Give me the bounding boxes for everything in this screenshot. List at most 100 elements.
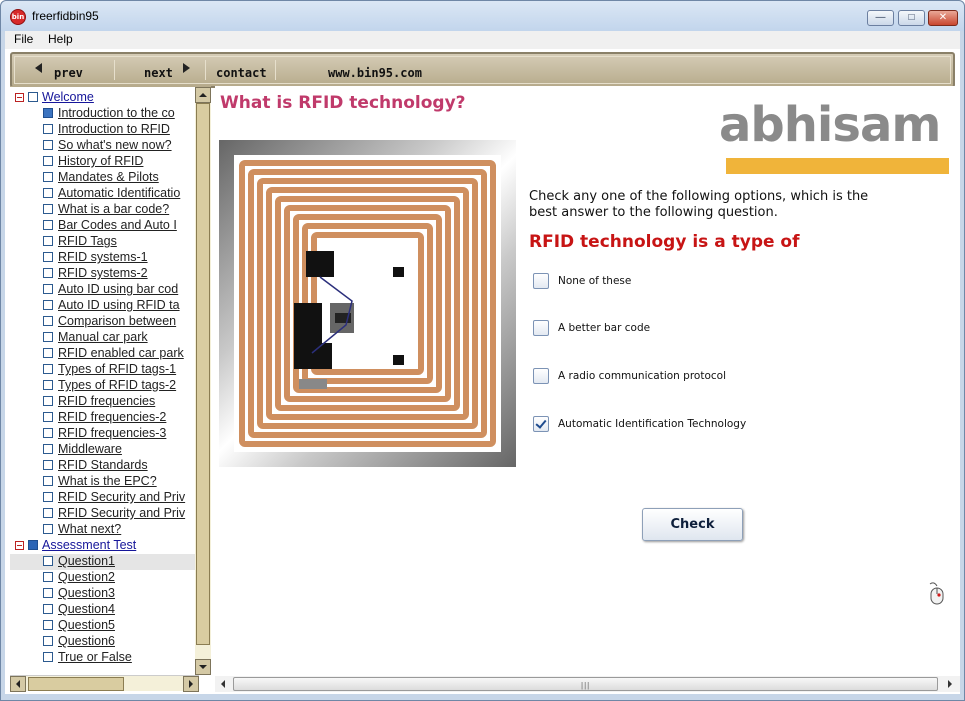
tree-item[interactable]: Question4 — [10, 602, 195, 618]
tree-item-label[interactable]: Introduction to the co — [58, 106, 175, 120]
prev-button[interactable]: prev — [54, 66, 83, 80]
maximize-button[interactable]: □ — [898, 10, 925, 26]
collapse-icon[interactable] — [15, 541, 24, 550]
tree-item[interactable]: What next? — [10, 522, 195, 538]
tree-item[interactable]: What is a bar code? — [10, 202, 195, 218]
tree-item-label[interactable]: What is the EPC? — [58, 474, 157, 488]
menu-help[interactable]: Help — [48, 32, 73, 46]
tree-item[interactable]: Question2 — [10, 570, 195, 586]
tree-section[interactable]: Welcome — [10, 90, 195, 106]
tree-item-label[interactable]: Assessment Test — [42, 538, 136, 552]
tree-item[interactable]: Middleware — [10, 442, 195, 458]
scroll-down-icon[interactable] — [195, 659, 211, 675]
tree-item-label[interactable]: Question4 — [58, 602, 115, 616]
scroll-thumb[interactable]: ||| — [233, 677, 938, 691]
tree-item-label[interactable]: RFID enabled car park — [58, 346, 184, 360]
next-arrow-icon[interactable] — [183, 63, 190, 73]
tree-item-label[interactable]: RFID frequencies-3 — [58, 426, 166, 440]
tree-item[interactable]: Auto ID using RFID ta — [10, 298, 195, 314]
tree-item[interactable]: Auto ID using bar cod — [10, 282, 195, 298]
tree-item-label[interactable]: RFID frequencies-2 — [58, 410, 166, 424]
tree-item[interactable]: Question3 — [10, 586, 195, 602]
tree-item-label[interactable]: Question1 — [58, 554, 115, 568]
tree-item[interactable]: RFID frequencies-3 — [10, 426, 195, 442]
tree-item[interactable]: Introduction to RFID — [10, 122, 195, 138]
option-row[interactable]: A better bar code — [533, 320, 833, 338]
minimize-button[interactable]: — — [867, 10, 894, 26]
tree-item-label[interactable]: Middleware — [58, 442, 122, 456]
tree-item[interactable]: So what's new now? — [10, 138, 195, 154]
website-link[interactable]: www.bin95.com — [328, 66, 422, 80]
tree-item[interactable]: Mandates & Pilots — [10, 170, 195, 186]
tree-item[interactable]: RFID systems-2 — [10, 266, 195, 282]
tree-item[interactable]: Question1 — [10, 554, 195, 570]
tree-vertical-scrollbar[interactable] — [195, 87, 211, 675]
tree-item-label[interactable]: Question2 — [58, 570, 115, 584]
tree-item-label[interactable]: RFID Tags — [58, 234, 117, 248]
tree-item-label[interactable]: So what's new now? — [58, 138, 172, 152]
prev-arrow-icon[interactable] — [35, 63, 42, 73]
tree-item[interactable]: Introduction to the co — [10, 106, 195, 122]
tree-item[interactable]: RFID Security and Priv — [10, 506, 195, 522]
tree-item-label[interactable]: Types of RFID tags-2 — [58, 378, 176, 392]
title-bar[interactable]: bin freerfidbin95 — □ ✕ — [1, 1, 964, 31]
tree-item-label[interactable]: RFID frequencies — [58, 394, 155, 408]
tree-item[interactable]: Types of RFID tags-2 — [10, 378, 195, 394]
tree-item-label[interactable]: Introduction to RFID — [58, 122, 170, 136]
tree-item[interactable]: What is the EPC? — [10, 474, 195, 490]
tree-item-label[interactable]: RFID systems-1 — [58, 250, 148, 264]
scroll-left-icon[interactable] — [215, 676, 231, 692]
tree-item[interactable]: RFID Security and Priv — [10, 490, 195, 506]
tree-item-label[interactable]: RFID Security and Priv — [58, 490, 185, 504]
scroll-right-icon[interactable] — [183, 676, 199, 692]
tree-section[interactable]: Assessment Test — [10, 538, 195, 554]
tree-item[interactable]: Bar Codes and Auto I — [10, 218, 195, 234]
option-checkbox[interactable] — [533, 320, 549, 336]
scroll-thumb[interactable] — [196, 103, 210, 645]
option-checkbox[interactable] — [533, 368, 549, 384]
collapse-icon[interactable] — [15, 93, 24, 102]
close-button[interactable]: ✕ — [928, 10, 958, 26]
tree-item-label[interactable]: Automatic Identificatio — [58, 186, 180, 200]
tree-item[interactable]: Comparison between — [10, 314, 195, 330]
tree-item[interactable]: RFID enabled car park — [10, 346, 195, 362]
scroll-thumb[interactable] — [28, 677, 124, 691]
tree-item-label[interactable]: RFID Standards — [58, 458, 148, 472]
tree-item[interactable]: Manual car park — [10, 330, 195, 346]
tree-item[interactable]: Types of RFID tags-1 — [10, 362, 195, 378]
option-row[interactable]: A radio communication protocol — [533, 368, 833, 386]
next-button[interactable]: next — [144, 66, 173, 80]
tree-item-label[interactable]: What is a bar code? — [58, 202, 169, 216]
tree-item[interactable]: Question6 — [10, 634, 195, 650]
contact-button[interactable]: contact — [216, 66, 267, 80]
tree-item[interactable]: True or False — [10, 650, 195, 666]
tree-item-label[interactable]: History of RFID — [58, 154, 143, 168]
content-horizontal-scrollbar[interactable]: ||| — [215, 676, 960, 692]
tree-item-label[interactable]: RFID systems-2 — [58, 266, 148, 280]
tree-item-label[interactable]: RFID Security and Priv — [58, 506, 185, 520]
tree-item-label[interactable]: Auto ID using RFID ta — [58, 298, 180, 312]
tree-item[interactable]: RFID Standards — [10, 458, 195, 474]
tree-item-label[interactable]: What next? — [58, 522, 121, 536]
tree-item-label[interactable]: Manual car park — [58, 330, 148, 344]
tree-item-label[interactable]: Auto ID using bar cod — [58, 282, 178, 296]
tree-item[interactable]: History of RFID — [10, 154, 195, 170]
tree-item-label[interactable]: Bar Codes and Auto I — [58, 218, 177, 232]
menu-file[interactable]: File — [14, 32, 33, 46]
tree-horizontal-scrollbar[interactable] — [10, 675, 199, 692]
scroll-up-icon[interactable] — [195, 87, 211, 103]
tree-item[interactable]: Question5 — [10, 618, 195, 634]
check-answer-button[interactable]: Check — [642, 508, 743, 541]
scroll-right-icon[interactable] — [942, 676, 958, 692]
option-checkbox[interactable] — [533, 273, 549, 289]
tree-item[interactable]: RFID Tags — [10, 234, 195, 250]
tree-item[interactable]: RFID systems-1 — [10, 250, 195, 266]
scroll-left-icon[interactable] — [10, 676, 26, 692]
option-row[interactable]: None of these — [533, 273, 833, 291]
tree-item-label[interactable]: Question6 — [58, 634, 115, 648]
tree-item-label[interactable]: Question3 — [58, 586, 115, 600]
tree-item-label[interactable]: Mandates & Pilots — [58, 170, 159, 184]
option-checkbox[interactable] — [533, 416, 549, 432]
tree-item-label[interactable]: Question5 — [58, 618, 115, 632]
tree-item-label[interactable]: Types of RFID tags-1 — [58, 362, 176, 376]
